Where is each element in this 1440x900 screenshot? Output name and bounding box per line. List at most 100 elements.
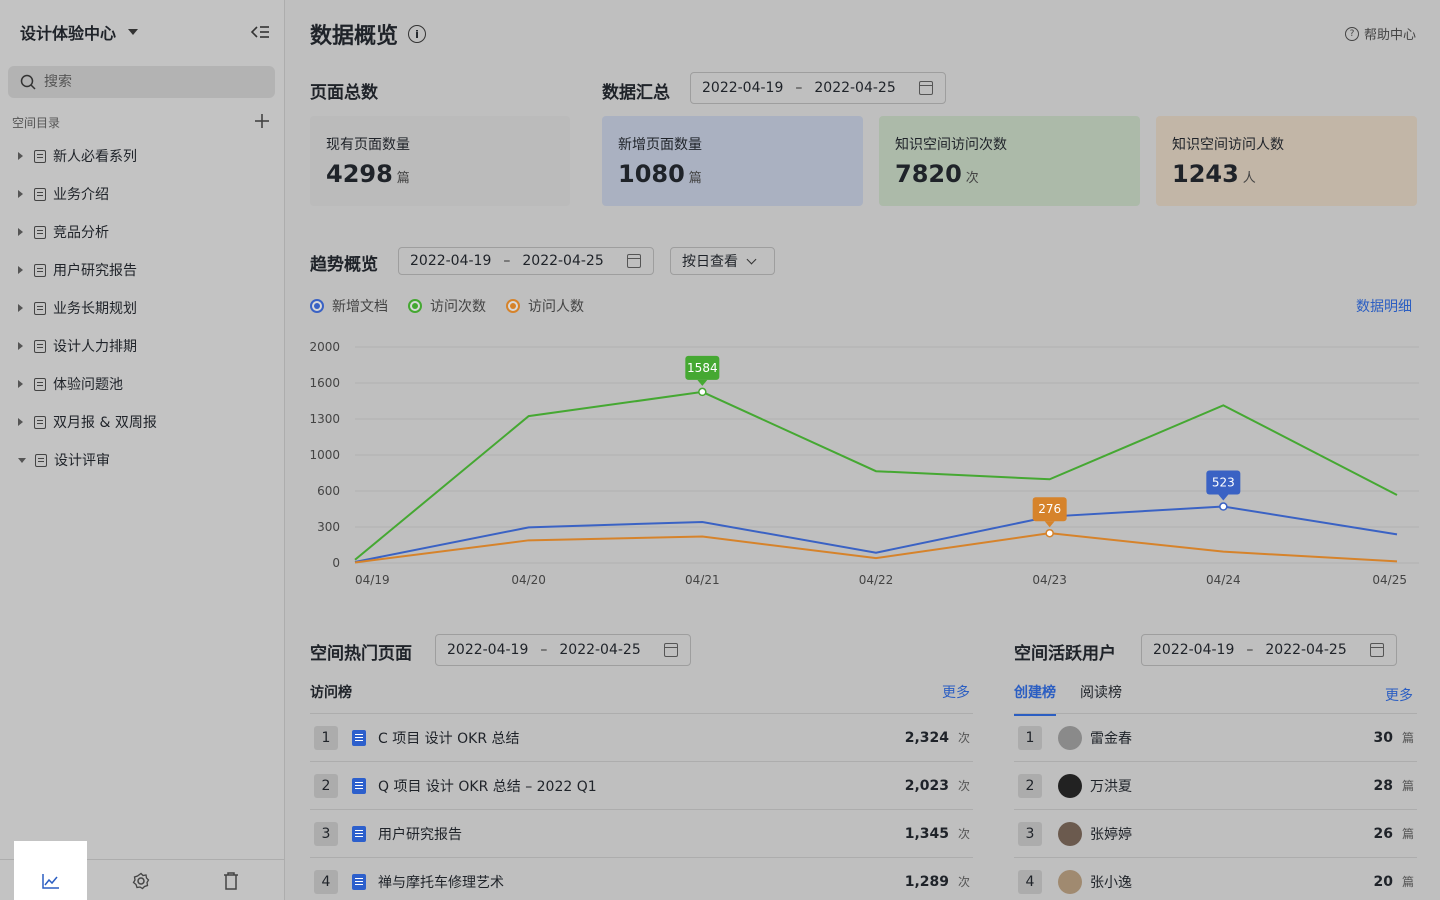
tree-item[interactable]: 竞品分析: [0, 213, 284, 251]
tab-read-rank[interactable]: 阅读榜: [1080, 682, 1122, 702]
tree-item-label: 设计人力排期: [53, 339, 137, 355]
date-separator: –: [795, 80, 803, 96]
calendar-icon: [664, 643, 678, 657]
trash-icon: [223, 871, 238, 890]
legend-marker: [310, 299, 324, 313]
count-unit: 篇: [1401, 875, 1414, 889]
avatar: [1058, 869, 1082, 894]
date-end: 2022-04-25: [814, 80, 896, 96]
table-row[interactable]: 4 张小逸 20 篇: [1014, 857, 1417, 900]
table-row[interactable]: 3 用户研究报告 1,345 次: [310, 809, 973, 857]
expand-arrow-icon[interactable]: [18, 190, 23, 198]
search-input[interactable]: [44, 74, 244, 90]
granularity-select[interactable]: 按日查看: [670, 247, 775, 275]
search-box: [8, 66, 275, 98]
document-icon: [352, 729, 366, 746]
document-icon: [34, 301, 46, 315]
tab-create-rank[interactable]: 创建榜: [1014, 682, 1056, 716]
avatar: [1058, 725, 1082, 750]
expand-arrow-icon[interactable]: [18, 228, 23, 236]
space-switcher[interactable]: 设计体验中心: [20, 20, 139, 44]
x-tick-label: 04/21: [685, 573, 720, 587]
tree-item[interactable]: 用户研究报告: [0, 251, 284, 289]
collapse-sidebar-icon[interactable]: [250, 24, 270, 40]
active-users-date-picker[interactable]: 2022-04-19 – 2022-04-25: [1141, 634, 1397, 666]
table-row[interactable]: 3 张婷婷 26 篇: [1014, 809, 1417, 857]
y-tick-label: 300: [317, 520, 340, 534]
trash-button[interactable]: [194, 860, 267, 900]
date-end: 2022-04-25: [559, 642, 641, 658]
tree-item[interactable]: 新人必看系列: [0, 137, 284, 175]
visit-count: 2,023: [904, 777, 949, 794]
expand-arrow-icon[interactable]: [18, 418, 23, 426]
chart-legend: 新增文档 访问次数 访问人数: [310, 296, 584, 316]
expand-arrow-icon[interactable]: [18, 304, 23, 312]
y-tick-label: 0: [332, 556, 340, 570]
legend-item[interactable]: 访问次数: [408, 296, 486, 316]
data-detail-link[interactable]: 数据明细: [1356, 296, 1412, 316]
expand-arrow-icon[interactable]: [18, 152, 23, 160]
doc-count: 26: [1373, 825, 1393, 842]
tree-item-label: 双月报 & 双周报: [53, 415, 157, 431]
tree-item[interactable]: 业务长期规划: [0, 289, 284, 327]
summary-date-picker[interactable]: 2022-04-19 – 2022-04-25: [690, 72, 946, 104]
stat-card-new-pages: 新增页面数量 1080 篇: [602, 116, 863, 206]
tree-item[interactable]: 体验问题池: [0, 365, 284, 403]
page-title: 数据概览 i: [310, 18, 427, 50]
space-name: 设计体验中心: [20, 24, 117, 43]
collapse-arrow-icon[interactable]: [18, 457, 26, 463]
doc-count: 20: [1373, 873, 1393, 890]
legend-item[interactable]: 新增文档: [310, 296, 388, 316]
expand-arrow-icon[interactable]: [18, 380, 23, 388]
document-icon: [34, 377, 46, 391]
document-icon: [352, 873, 366, 890]
stat-unit: 篇: [688, 171, 702, 186]
tab-visit-rank[interactable]: 访问榜: [310, 682, 352, 702]
x-tick-label: 04/25: [1372, 573, 1407, 587]
table-row[interactable]: 1 C 项目 设计 OKR 总结 2,324 次: [310, 713, 973, 761]
help-center-link[interactable]: ? 帮助中心: [1344, 24, 1416, 43]
info-icon[interactable]: i: [408, 25, 427, 43]
settings-button[interactable]: [104, 860, 177, 900]
rank-badge: 2: [1018, 773, 1042, 798]
legend-marker: [408, 299, 422, 313]
document-icon: [352, 777, 366, 794]
analytics-button[interactable]: [14, 841, 87, 900]
visit-count: 1,345: [904, 825, 949, 842]
table-row[interactable]: 2 Q 项目 设计 OKR 总结 – 2022 Q1 2,023 次: [310, 761, 973, 809]
page-title-cell: 用户研究报告: [378, 826, 462, 843]
expand-arrow-icon[interactable]: [18, 266, 23, 274]
tree-item[interactable]: 设计评审: [0, 441, 284, 479]
legend-item[interactable]: 访问人数: [506, 296, 584, 316]
active-users-more-link[interactable]: 更多: [1385, 685, 1413, 705]
directory-label: 空间目录: [12, 116, 61, 130]
tooltip-pointer: [1044, 521, 1055, 528]
table-row[interactable]: 2 万洪夏 28 篇: [1014, 761, 1417, 809]
user-name: 张婷婷: [1090, 826, 1132, 843]
total-pages-title: 页面总数: [310, 83, 378, 103]
count-unit: 次: [957, 875, 970, 889]
stat-label: 现有页面数量: [326, 137, 410, 153]
trend-date-picker[interactable]: 2022-04-19 – 2022-04-25: [398, 247, 654, 275]
tree-item[interactable]: 设计人力排期: [0, 327, 284, 365]
expand-arrow-icon[interactable]: [18, 342, 23, 350]
hot-pages-date-picker[interactable]: 2022-04-19 – 2022-04-25: [435, 634, 691, 666]
hot-pages-more-link[interactable]: 更多: [942, 682, 970, 702]
stat-label: 知识空间访问人数: [1172, 137, 1284, 153]
series-line: [354, 532, 1398, 564]
y-tick-label: 600: [317, 484, 340, 498]
date-start: 2022-04-19: [447, 642, 529, 658]
tree-item[interactable]: 双月报 & 双周报: [0, 403, 284, 441]
x-tick-label: 04/23: [1032, 573, 1067, 587]
date-end: 2022-04-25: [1265, 642, 1347, 658]
tree-item[interactable]: 业务介绍: [0, 175, 284, 213]
add-icon[interactable]: [253, 112, 271, 130]
table-row[interactable]: 1 雷金春 30 篇: [1014, 713, 1417, 761]
tree-item-label: 用户研究报告: [53, 263, 137, 279]
table-row[interactable]: 4 禅与摩托车修理艺术 1,289 次: [310, 857, 973, 900]
document-icon: [352, 825, 366, 842]
trend-title: 趋势概览: [310, 255, 378, 275]
sidebar-footer: [0, 841, 284, 900]
tooltip-pointer: [1218, 494, 1229, 501]
legend-label: 访问人数: [528, 299, 584, 315]
